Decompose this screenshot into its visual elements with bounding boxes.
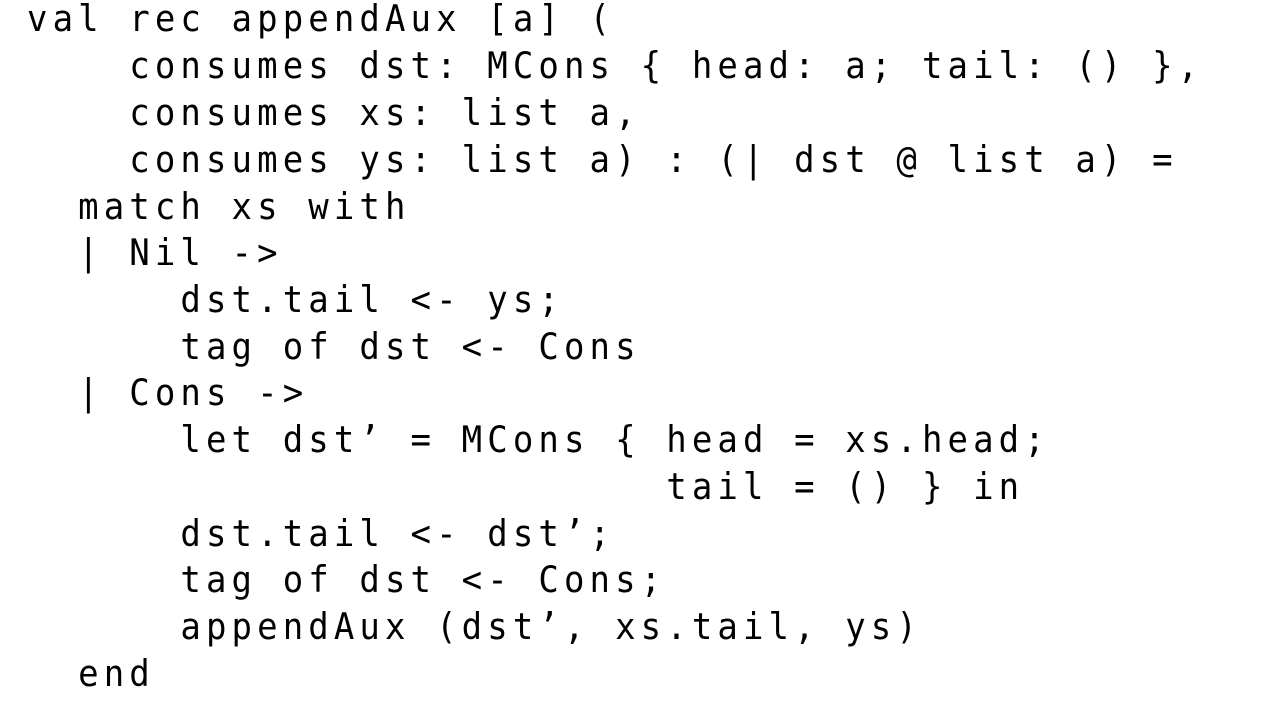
code-line: val rec appendAux [a] ( (27, 0, 616, 41)
code-line: consumes ys: list a) : (| dst @ list a) … (27, 138, 1178, 182)
code-line: | Nil -> (27, 231, 283, 275)
code-line: consumes dst: MCons { head: a; tail: () … (27, 44, 1204, 88)
code-line: dst.tail <- ys; (27, 278, 564, 322)
code-listing: val rec appendAux [a] ( consumes dst: MC… (27, 0, 1257, 720)
code-line: tag of dst <- Cons (27, 325, 641, 369)
code-line: let dst’ = MCons { head = xs.head; (27, 418, 1050, 462)
code-line: tail = () } in (27, 465, 1025, 509)
code-line: appendAux (dst’, xs.tail, ys) (27, 605, 922, 649)
code-line: end (27, 652, 155, 696)
code-line: match xs with (27, 185, 411, 229)
code-line: consumes xs: list a, (27, 91, 641, 135)
code-line: dst.tail <- dst’; (27, 512, 616, 556)
code-line: | Cons -> (27, 371, 309, 415)
code-line: tag of dst <- Cons; (27, 558, 667, 602)
